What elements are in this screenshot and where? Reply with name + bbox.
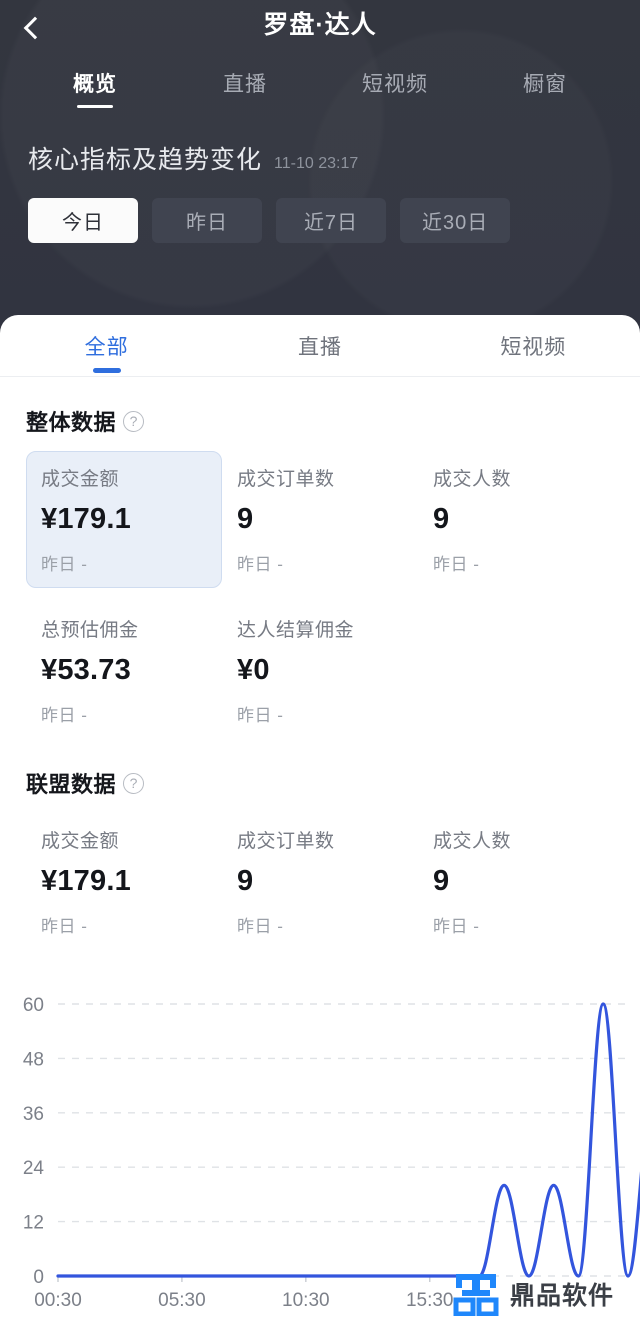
core-metrics-title: 核心指标及趋势变化: [28, 146, 263, 174]
tab-live[interactable]: 直播: [170, 68, 320, 114]
metric-value: 9: [237, 865, 254, 897]
tab-short-video-label: 短视频: [362, 73, 428, 96]
metric-label: 成交订单数: [237, 469, 335, 490]
chip-last-30-days[interactable]: 近30日: [400, 198, 511, 243]
core-metrics-header: 核心指标及趋势变化 11-10 23:17: [0, 114, 640, 176]
question-mark-icon[interactable]: ?: [123, 772, 145, 794]
trend-chart[interactable]: 0 12 24 36 48 60 00:30 05:30 10:30 15:30: [0, 976, 640, 1324]
metric-value: 9: [433, 865, 450, 897]
dark-header-region: 罗盘·达人 概览 直播 短视频 橱窗 核心指标及趋势变化 11-10 23:17: [0, 0, 640, 330]
metric-value: ¥179.1: [41, 503, 131, 535]
metric-label: 总预估佣金: [41, 620, 139, 641]
tab-showcase-label: 橱窗: [523, 73, 567, 96]
metric-label: 成交金额: [41, 469, 120, 490]
metric-label: 达人结算佣金: [237, 620, 355, 641]
chart-x-tick-label: 15:30: [406, 1290, 454, 1311]
metric-card-settled-commission[interactable]: 达人结算佣金 ¥0 昨日 -: [222, 602, 418, 739]
metric-card-buyer-count[interactable]: 成交人数 9 昨日 -: [418, 451, 614, 588]
question-mark-icon[interactable]: ?: [123, 410, 145, 432]
chart-y-tick-label: 12: [23, 1213, 44, 1234]
metric-card-order-count[interactable]: 成交订单数 9 昨日 -: [222, 451, 418, 588]
core-metrics-timestamp: 11-10 23:17: [274, 155, 359, 172]
metric-card-gmv[interactable]: 成交金额 ¥179.1 昨日 -: [26, 451, 222, 588]
sub-tab-bar: 全部 直播 短视频: [0, 315, 640, 377]
metric-label: 成交金额: [41, 831, 120, 852]
metric-value: ¥0: [237, 654, 270, 686]
metric-compare: 昨日 -: [237, 917, 284, 936]
chart-series-line: [56, 1002, 640, 1278]
metric-card-alliance-order-count[interactable]: 成交订单数 9 昨日 -: [222, 813, 418, 950]
section-header-overall: 整体数据 ?: [0, 377, 640, 437]
chip-today[interactable]: 今日: [28, 198, 138, 243]
subtab-live[interactable]: 直播: [213, 315, 426, 376]
page-title: 罗盘·达人: [263, 11, 377, 39]
subtab-live-label: 直播: [297, 335, 342, 359]
chart-y-tick-label: 24: [23, 1158, 45, 1179]
metric-card-alliance-gmv[interactable]: 成交金额 ¥179.1 昨日 -: [26, 813, 222, 950]
subtab-all-label: 全部: [84, 335, 129, 359]
metric-row-overall-2: 总预估佣金 ¥53.73 昨日 - 达人结算佣金 ¥0 昨日 -: [0, 602, 640, 739]
metric-card-estimated-commission[interactable]: 总预估佣金 ¥53.73 昨日 -: [26, 602, 222, 739]
app-root: 罗盘·达人 概览 直播 短视频 橱窗 核心指标及趋势变化 11-10 23:17: [0, 0, 640, 1332]
metric-compare: 昨日 -: [237, 706, 284, 725]
tab-showcase[interactable]: 橱窗: [470, 68, 620, 114]
metric-label: 成交人数: [433, 831, 512, 852]
tab-short-video[interactable]: 短视频: [320, 68, 470, 114]
metric-value: 9: [237, 503, 254, 535]
tab-live-label: 直播: [223, 73, 267, 96]
section-title-alliance: 联盟数据: [26, 772, 117, 797]
metric-value: ¥179.1: [41, 865, 131, 897]
chip-yesterday[interactable]: 昨日: [152, 198, 262, 243]
chart-x-tick-label: 00:30: [34, 1290, 82, 1311]
tab-overview[interactable]: 概览: [20, 68, 170, 114]
chart-y-tick-label: 60: [23, 995, 44, 1016]
tab-overview-label: 概览: [73, 73, 117, 96]
metric-value: ¥53.73: [41, 654, 131, 686]
metric-value: 9: [433, 503, 450, 535]
metric-compare: 昨日 -: [237, 555, 284, 574]
chart-x-tick-label: 10:30: [282, 1290, 330, 1311]
chart-y-tick-label: 36: [23, 1104, 44, 1125]
metric-compare: 昨日 -: [433, 555, 480, 574]
subtab-all[interactable]: 全部: [0, 315, 213, 376]
chart-x-tick-label: 05:30: [158, 1290, 206, 1311]
metric-card-empty: [418, 602, 614, 739]
top-tab-bar: 概览 直播 短视频 橱窗: [20, 56, 620, 114]
tab-overview-underline: [77, 105, 113, 108]
metric-compare: 昨日 -: [41, 706, 88, 725]
section-header-alliance: 联盟数据 ?: [0, 739, 640, 799]
date-range-chip-group: 今日 昨日 近7日 近30日: [0, 176, 640, 243]
metric-compare: 昨日 -: [41, 917, 88, 936]
subtab-all-underline: [92, 368, 121, 373]
metric-card-alliance-buyer-count[interactable]: 成交人数 9 昨日 -: [418, 813, 614, 950]
section-title-overall: 整体数据: [26, 410, 117, 435]
trend-chart-svg: 0 12 24 36 48 60 00:30 05:30 10:30 15:30: [23, 995, 640, 1311]
metric-row-alliance-1: 成交金额 ¥179.1 昨日 - 成交订单数 9 昨日 - 成交人数 9 昨日 …: [0, 813, 640, 950]
chart-y-tick-label: 0: [33, 1267, 44, 1288]
content-sheet: 全部 直播 短视频 整体数据 ? 成交金额 ¥179.1 昨日 - 成交订单数 …: [0, 315, 640, 1332]
metric-compare: 昨日 -: [433, 917, 480, 936]
chip-last-7-days[interactable]: 近7日: [276, 198, 386, 243]
metric-row-overall-1: 成交金额 ¥179.1 昨日 - 成交订单数 9 昨日 - 成交人数 9 昨日 …: [0, 451, 640, 588]
subtab-short-video[interactable]: 短视频: [427, 315, 640, 376]
metric-label: 成交订单数: [237, 831, 335, 852]
subtab-short-video-label: 短视频: [500, 335, 567, 359]
chart-y-tick-label: 48: [23, 1049, 44, 1070]
navbar: 罗盘·达人: [0, 0, 640, 56]
metric-label: 成交人数: [433, 469, 512, 490]
metric-compare: 昨日 -: [41, 555, 88, 574]
